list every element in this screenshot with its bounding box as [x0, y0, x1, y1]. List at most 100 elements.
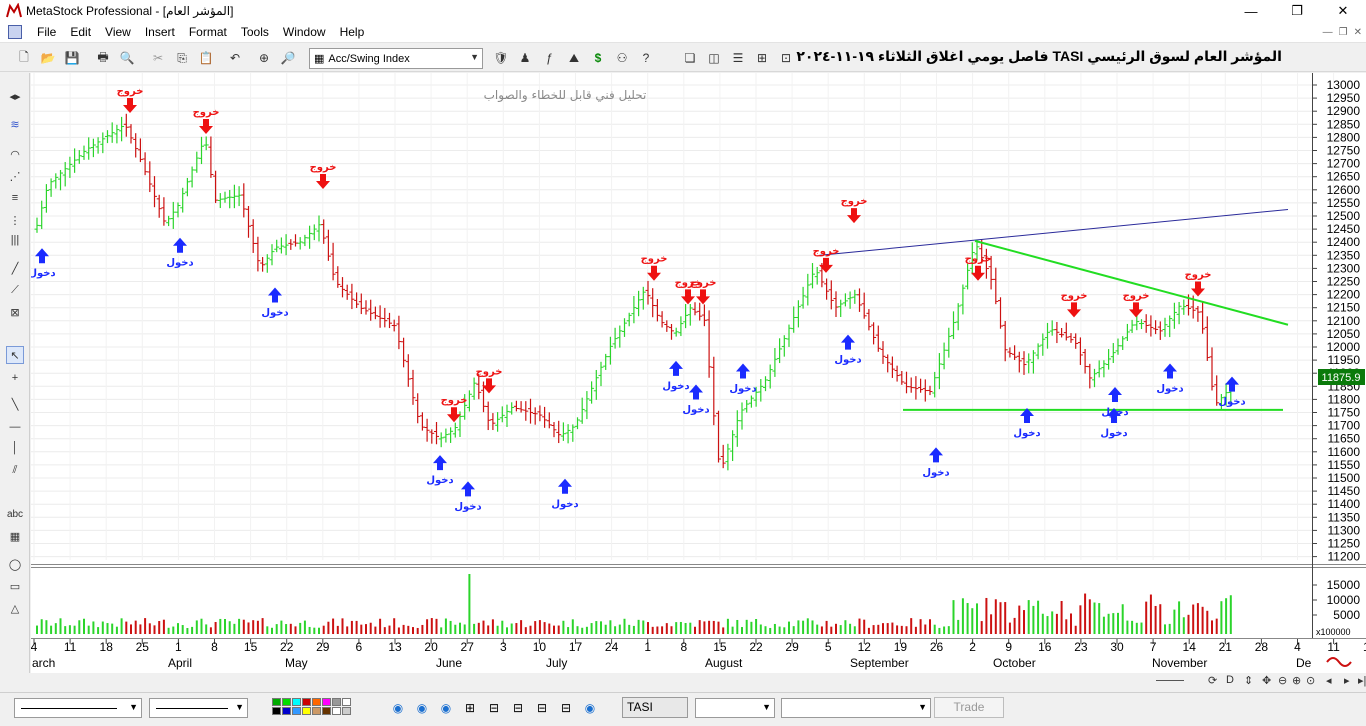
scroll-icon[interactable]: ◂▸	[6, 87, 24, 105]
color-swatch[interactable]	[282, 698, 291, 706]
line-tool-icon[interactable]: ╲	[6, 395, 24, 413]
explorer-icon[interactable]: ⛰	[566, 50, 582, 66]
d-mode-icon[interactable]: D	[1226, 674, 1234, 686]
color-swatch[interactable]	[272, 698, 281, 706]
cut-icon[interactable]: ✂	[150, 50, 166, 66]
menu-format[interactable]: Format	[182, 25, 234, 39]
help-pointer-icon[interactable]: ?	[638, 50, 654, 66]
crosshair-icon[interactable]: ⊕	[256, 50, 272, 66]
mdi-close-icon[interactable]: ✕	[1354, 27, 1362, 38]
indicator-select[interactable]: ▦ Acc/Swing Index ▼	[309, 48, 483, 69]
save-icon[interactable]: 💾	[64, 50, 80, 66]
print-icon[interactable]: 🖶	[95, 50, 111, 66]
split-icon-3[interactable]: ⊟	[558, 700, 574, 716]
color-swatch[interactable]	[322, 707, 331, 715]
color-palette[interactable]	[272, 698, 362, 718]
zoom-out-icon[interactable]: ⊖	[1278, 674, 1287, 687]
edge-icon-2[interactable]: ◉	[414, 700, 430, 716]
retracement-icon[interactable]: ≡	[6, 189, 24, 207]
zoom-fit-icon[interactable]: ⊙	[1306, 674, 1315, 687]
cascade-icon[interactable]: ❏	[682, 50, 698, 66]
color-swatch[interactable]	[302, 707, 311, 715]
crosshair-tool-icon[interactable]: +	[6, 369, 24, 387]
color-swatch[interactable]	[332, 707, 341, 715]
price-chart[interactable]: تحليل فني قابل للخطاء والصواب دخول دخول دخ…	[28, 73, 1366, 673]
zoom-icon[interactable]: 🔎	[280, 50, 296, 66]
formula-icon[interactable]: ƒ	[541, 50, 557, 66]
color-swatch[interactable]	[282, 707, 291, 715]
close-button[interactable]: ✕	[1320, 0, 1366, 22]
arc-icon[interactable]: ◠	[6, 145, 24, 163]
menu-insert[interactable]: Insert	[138, 25, 182, 39]
color-swatch[interactable]	[312, 707, 321, 715]
scroll-right-icon[interactable]: ▸	[1344, 674, 1350, 687]
menu-edit[interactable]: Edit	[63, 25, 98, 39]
time-zone-icon[interactable]: ⋮	[6, 211, 24, 229]
zoom-in-icon[interactable]: ⊕	[1292, 674, 1301, 687]
scroll-end-icon[interactable]: ▸|	[1358, 674, 1366, 687]
restore-button[interactable]: ❐	[1274, 0, 1320, 22]
paste-icon[interactable]: 📋	[198, 50, 214, 66]
expert-advisor-icon[interactable]: 🛡	[493, 50, 509, 66]
horizontal-line-icon[interactable]: —	[6, 418, 24, 436]
gann-fan-icon[interactable]: ⟋	[6, 281, 24, 299]
rectangle-tool-icon[interactable]: ▭	[6, 577, 24, 595]
binoculars-icon[interactable]: ⚇	[614, 50, 630, 66]
fan-icon[interactable]: ⋰	[6, 167, 24, 185]
color-swatch[interactable]	[292, 707, 301, 715]
periodicity-select[interactable]: ▼	[695, 698, 775, 718]
color-swatch[interactable]	[302, 698, 311, 706]
color-swatch[interactable]	[292, 698, 301, 706]
scroll-slider[interactable]	[1156, 680, 1184, 681]
split-icon-2[interactable]: ⊟	[534, 700, 550, 716]
menu-window[interactable]: Window	[276, 25, 333, 39]
system-tester-icon[interactable]: ♟	[517, 50, 533, 66]
ellipse-tool-icon[interactable]: ◯	[6, 555, 24, 573]
chart-window[interactable]: تحليل فني قابل للخطاء والصواب دخول دخول دخ…	[28, 73, 1366, 673]
tile-vertical-icon[interactable]: ◫	[706, 50, 722, 66]
vertical-line-icon[interactable]: │	[6, 439, 24, 457]
line-style-select[interactable]: ▼	[14, 698, 142, 718]
document-icon[interactable]	[8, 25, 22, 39]
table-tool-icon[interactable]: ▦	[6, 527, 24, 545]
dollar-icon[interactable]: $	[590, 50, 606, 66]
new-icon[interactable]: 🗋	[16, 50, 32, 66]
text-tool-icon[interactable]: abc	[6, 505, 24, 523]
undo-icon[interactable]: ↶	[227, 50, 243, 66]
minimize-button[interactable]: —	[1228, 0, 1274, 22]
edge-icon[interactable]: ◉	[390, 700, 406, 716]
color-swatch[interactable]	[322, 698, 331, 706]
split-icon[interactable]: ⊟	[510, 700, 526, 716]
refresh-icon[interactable]: ⟳	[1208, 674, 1217, 687]
cycle-lines-icon[interactable]: |||	[6, 231, 24, 249]
insert-window-icon[interactable]: ⊟	[486, 700, 502, 716]
menu-file[interactable]: File	[30, 25, 63, 39]
account-select[interactable]: ▼	[781, 698, 931, 718]
print-preview-icon[interactable]: 🔍	[119, 50, 135, 66]
edge-icon-3[interactable]: ◉	[438, 700, 454, 716]
menu-help[interactable]: Help	[333, 25, 372, 39]
line-weight-select[interactable]: ▼	[149, 698, 248, 718]
menu-view[interactable]: View	[98, 25, 138, 39]
tile-horizontal-icon[interactable]: ☰	[730, 50, 746, 66]
mdi-restore-icon[interactable]: ❐	[1339, 27, 1348, 38]
open-icon[interactable]: 📂	[40, 50, 56, 66]
scroll-left-icon[interactable]: ◂	[1326, 674, 1332, 687]
mdi-minimize-icon[interactable]: —	[1323, 27, 1333, 38]
gann-grid-icon[interactable]: ⊠	[6, 303, 24, 321]
fibonacci-icon[interactable]: ≋	[6, 115, 24, 133]
symbol-field[interactable]: TASI	[622, 697, 688, 718]
browser-icon[interactable]: ◉	[582, 700, 598, 716]
move-icon[interactable]: ✥	[1262, 674, 1271, 687]
triangle-tool-icon[interactable]: △	[6, 599, 24, 617]
color-swatch[interactable]	[342, 707, 351, 715]
menu-tools[interactable]: Tools	[234, 25, 276, 39]
parallel-lines-icon[interactable]: ⫽	[6, 461, 24, 479]
copy-icon[interactable]: ⎘	[174, 50, 190, 66]
trendline-icon[interactable]: ╱	[6, 259, 24, 277]
vertical-resize-icon[interactable]: ⇕	[1244, 674, 1253, 687]
color-swatch[interactable]	[312, 698, 321, 706]
color-swatch[interactable]	[342, 698, 351, 706]
arrange-icon[interactable]: ⊡	[778, 50, 794, 66]
color-swatch[interactable]	[332, 698, 341, 706]
